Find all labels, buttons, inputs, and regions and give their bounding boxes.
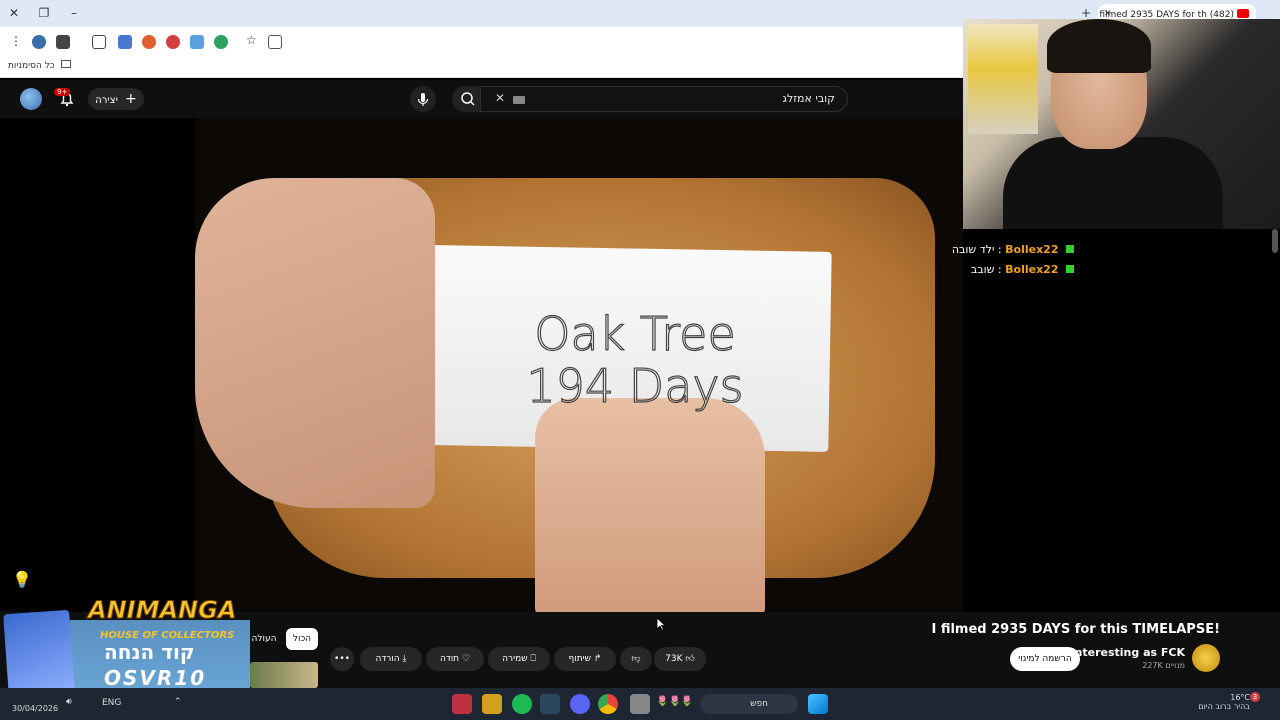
like-button[interactable]: 73K 👍︎ bbox=[654, 647, 706, 671]
chat-text: ילד שובה bbox=[951, 243, 995, 256]
wall-painting bbox=[968, 24, 1038, 134]
chat-message: Bollex22 : ילד שובה bbox=[952, 243, 1074, 256]
search-query-text: קובי אמזלג bbox=[782, 92, 835, 105]
taskbar-date[interactable]: 30/04/2026 bbox=[12, 704, 58, 713]
all-bookmarks-button[interactable]: כל הסימניות bbox=[8, 60, 72, 71]
share-button[interactable]: שיתוף ↱ bbox=[554, 647, 616, 671]
tray-chevron-icon[interactable]: ⌃ bbox=[174, 697, 182, 707]
stream-chat bbox=[963, 229, 1280, 613]
dislike-button[interactable]: 👎︎ bbox=[620, 647, 652, 671]
plus-icon: + bbox=[125, 91, 137, 107]
lightbulb-icon: 💡 bbox=[12, 570, 32, 589]
weather-notification-badge: 3 bbox=[1250, 692, 1260, 702]
chat-text: שובב bbox=[970, 263, 995, 276]
chat-username: Bollex22 bbox=[1005, 263, 1059, 276]
media-control-icon[interactable] bbox=[56, 35, 70, 49]
streamer-body bbox=[1003, 137, 1223, 229]
thanks-button[interactable]: תודה ♡ bbox=[426, 647, 484, 671]
notification-count-badge: 9+ bbox=[54, 88, 71, 96]
youtube-favicon-icon bbox=[1237, 9, 1249, 18]
taskbar-app-mic-icon[interactable] bbox=[482, 694, 502, 714]
tulips-icon: 🌷🌷🌷 bbox=[656, 696, 694, 707]
share-label: שיתוף bbox=[568, 654, 592, 664]
file-explorer-icon[interactable] bbox=[630, 694, 650, 714]
extension-red-icon[interactable] bbox=[166, 35, 180, 49]
download-label: הורדה bbox=[375, 654, 400, 664]
chat-message: Bollex22 : שובב bbox=[971, 263, 1074, 276]
volume-icon[interactable]: 🔊︎ bbox=[66, 697, 72, 707]
create-button[interactable]: יצירה + bbox=[88, 88, 144, 110]
chat-badge-icon bbox=[1066, 265, 1074, 273]
mouse-cursor-icon bbox=[656, 616, 667, 635]
search-input[interactable]: ✕ קובי אמזלג bbox=[480, 86, 848, 112]
weather-description: בהיר ברוב היום bbox=[1198, 702, 1250, 711]
translate-icon[interactable] bbox=[190, 35, 204, 49]
right-hand bbox=[535, 398, 765, 612]
save-button[interactable]: שמירה ⎕ bbox=[488, 647, 550, 671]
video-player[interactable]: Oak Tree 194 Days bbox=[195, 118, 963, 612]
tab-search-icon[interactable] bbox=[118, 35, 132, 49]
thanks-label: תודה bbox=[439, 654, 460, 664]
tab-close-icon[interactable]: ✕ bbox=[1104, 9, 1112, 19]
thumbs-up-icon: 👍︎ bbox=[685, 654, 695, 664]
download-button[interactable]: הורדה ⤓ bbox=[360, 647, 422, 671]
windows-start-icon[interactable] bbox=[808, 694, 828, 714]
share-icon: ↱ bbox=[593, 654, 602, 664]
channel-avatar[interactable] bbox=[1192, 644, 1220, 672]
temperature: 16°C bbox=[1230, 693, 1250, 702]
taskbar-app-telegram-icon[interactable] bbox=[452, 694, 472, 714]
sponsor-brand: ANIMANGA bbox=[87, 596, 237, 625]
save-label: שמירה bbox=[502, 654, 528, 664]
chip-all[interactable]: הכול bbox=[286, 628, 318, 650]
profile-icon[interactable] bbox=[32, 35, 46, 49]
left-hand bbox=[195, 178, 435, 508]
close-window-icon[interactable]: ✕ bbox=[4, 4, 24, 22]
chip-uploads[interactable]: העולה bbox=[246, 628, 282, 650]
webcam-overlay bbox=[963, 19, 1280, 229]
spotify-icon[interactable] bbox=[512, 694, 532, 714]
weather-widget[interactable]: 16°C בהיר ברוב היום bbox=[1190, 693, 1250, 711]
thanks-icon: ♡ bbox=[461, 654, 471, 664]
overlay-line-2: 194 Days bbox=[526, 359, 744, 413]
subscribe-button[interactable]: הרשמה למינוי bbox=[1010, 647, 1080, 671]
bookmark-icon: ⎕ bbox=[530, 654, 536, 664]
download-icon: ⤓ bbox=[402, 654, 407, 664]
discord-icon[interactable] bbox=[570, 694, 590, 714]
video-overlay-text: Oak Tree 194 Days bbox=[445, 307, 825, 413]
language-indicator[interactable]: ENG bbox=[102, 698, 121, 708]
restore-window-icon[interactable]: ❐ bbox=[34, 4, 54, 22]
taskbar-search[interactable]: חפש bbox=[700, 694, 798, 714]
streamer-hair bbox=[1047, 19, 1151, 73]
sponsor-code-label: קוד הנחה bbox=[104, 640, 195, 664]
channel-name[interactable]: Interesting as FCK bbox=[1070, 646, 1185, 659]
bookmark-star-icon[interactable]: ☆ bbox=[246, 33, 257, 47]
install-app-icon[interactable] bbox=[268, 35, 282, 49]
steam-icon[interactable] bbox=[540, 694, 560, 714]
pokemon-card-image bbox=[3, 609, 75, 699]
chrome-icon[interactable] bbox=[598, 694, 618, 714]
grammarly-icon[interactable] bbox=[214, 35, 228, 49]
like-count: 73K bbox=[665, 654, 683, 664]
recommended-video-thumbnail[interactable] bbox=[250, 662, 318, 688]
overlay-line-1: Oak Tree bbox=[534, 307, 737, 361]
thumbs-down-icon: 👎︎ bbox=[631, 654, 641, 664]
folder-icon bbox=[61, 60, 72, 68]
subscriber-count: 227K מנויים bbox=[1142, 661, 1185, 670]
menu-kebab-icon[interactable]: ⋮ bbox=[10, 34, 22, 48]
extensions-icon[interactable] bbox=[92, 35, 106, 49]
chat-scrollbar[interactable] bbox=[1272, 229, 1278, 253]
taskbar-search-label: חפש bbox=[750, 699, 768, 709]
avatar[interactable] bbox=[20, 88, 42, 110]
all-bookmarks-label: כל הסימניות bbox=[8, 61, 55, 71]
more-actions-button[interactable]: ••• bbox=[330, 647, 354, 671]
video-title: I filmed 2935 DAYS for this TIMELAPSE! bbox=[931, 622, 1220, 637]
minimize-window-icon[interactable]: – bbox=[64, 4, 84, 22]
chat-badge-icon bbox=[1066, 245, 1074, 253]
voice-search-mic-icon[interactable] bbox=[410, 86, 436, 112]
create-label: יצירה bbox=[95, 95, 118, 106]
board-hole bbox=[921, 544, 963, 590]
sponsor-code: OSVR10 bbox=[104, 666, 207, 690]
extension-orange-icon[interactable] bbox=[142, 35, 156, 49]
chat-username: Bollex22 bbox=[1005, 243, 1059, 256]
